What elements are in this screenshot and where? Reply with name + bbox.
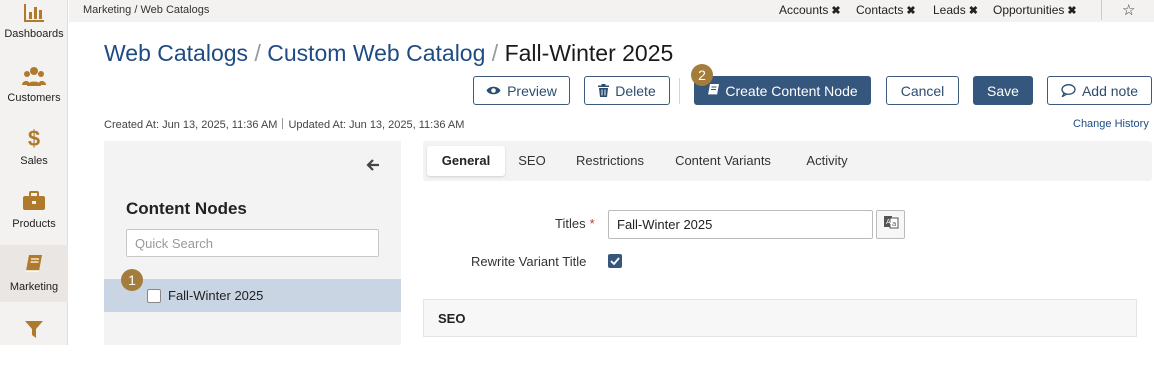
- users-icon: [22, 66, 46, 91]
- svg-text:A: A: [886, 218, 891, 226]
- sidebar-item-dashboards[interactable]: Dashboards: [0, 0, 68, 63]
- sidebar-label-dashboards: Dashboards: [4, 28, 64, 40]
- tab-seo[interactable]: SEO: [511, 146, 553, 176]
- titles-input[interactable]: [608, 210, 873, 239]
- sidebar-label-customers: Customers: [7, 92, 61, 104]
- sidebar: Dashboards Customers $ Sales Products Ma…: [0, 0, 68, 345]
- close-icon[interactable]: ✖: [969, 5, 978, 17]
- rewrite-variant-title-label: Rewrite Variant Title: [471, 254, 587, 269]
- delete-button[interactable]: Delete: [584, 76, 670, 105]
- content-node-row[interactable]: Fall-Winter 2025: [104, 279, 401, 312]
- page-title: Web Catalogs / Custom Web Catalog / Fall…: [104, 40, 674, 66]
- toolbar-divider: [679, 78, 680, 104]
- step-badge-2: 2: [691, 64, 713, 86]
- record-timestamps: Created At: Jun 13, 2025, 11:36 AM Update…: [104, 118, 464, 131]
- eye-icon: [486, 85, 501, 96]
- seo-section-title: SEO: [438, 311, 466, 326]
- node-checkbox[interactable]: [147, 289, 161, 303]
- tab-bar: General SEO Restrictions Content Variant…: [423, 141, 1152, 181]
- required-marker: *: [589, 216, 595, 231]
- current-catalog-name: Fall-Winter 2025: [504, 40, 674, 66]
- sidebar-item-products[interactable]: Products: [0, 189, 68, 252]
- change-history-link[interactable]: Change History: [1073, 118, 1149, 130]
- filter-icon: [24, 320, 44, 345]
- sidebar-label-products: Products: [12, 218, 56, 230]
- comment-icon: [1061, 84, 1076, 97]
- language-icon: Aa: [883, 215, 899, 234]
- quick-link-leads[interactable]: Leads ✖: [933, 3, 978, 17]
- breadcrumb-custom-web-catalog[interactable]: Custom Web Catalog: [267, 40, 485, 66]
- sidebar-label-marketing: Marketing: [9, 281, 59, 293]
- trash-icon: [598, 84, 610, 97]
- quick-link-accounts[interactable]: Accounts ✖: [779, 3, 841, 17]
- cancel-button[interactable]: Cancel: [886, 76, 959, 105]
- translate-button[interactable]: Aa: [876, 210, 905, 239]
- close-icon[interactable]: ✖: [906, 5, 915, 17]
- node-label[interactable]: Fall-Winter 2025: [168, 288, 263, 303]
- created-at: Created At: Jun 13, 2025, 11:36 AM: [104, 119, 278, 131]
- tab-general[interactable]: General: [427, 146, 505, 176]
- sidebar-item-sales[interactable]: $ Sales: [0, 126, 68, 189]
- briefcase-icon: [22, 191, 46, 216]
- step-badge-1: 1: [121, 269, 143, 291]
- dollar-icon: $: [27, 126, 41, 151]
- titles-label: Titles *: [555, 216, 595, 231]
- close-icon[interactable]: ✖: [1067, 5, 1076, 17]
- content-nodes-title: Content Nodes: [126, 199, 247, 218]
- svg-text:a: a: [892, 220, 896, 228]
- breadcrumb: Marketing / Web Catalogs: [83, 4, 210, 16]
- checkmark-icon: [610, 252, 620, 270]
- close-icon[interactable]: ✖: [831, 5, 840, 17]
- sidebar-item-filter[interactable]: [0, 308, 68, 345]
- top-bar: Marketing / Web Catalogs Accounts ✖ Conta…: [69, 0, 1154, 22]
- content-nodes-panel: Content Nodes Fall-Winter 2025: [104, 141, 401, 345]
- tab-activity[interactable]: Activity: [793, 146, 861, 176]
- sidebar-item-customers[interactable]: Customers: [0, 63, 68, 126]
- breadcrumb-web-catalogs[interactable]: Web Catalogs: [104, 40, 248, 66]
- seo-section-header[interactable]: SEO: [423, 299, 1137, 337]
- add-note-button[interactable]: Add note: [1047, 76, 1152, 105]
- divider: [1101, 0, 1102, 20]
- tab-content-variants[interactable]: Content Variants: [667, 146, 779, 176]
- tab-restrictions[interactable]: Restrictions: [567, 146, 653, 176]
- rewrite-variant-title-checkbox[interactable]: [608, 254, 622, 268]
- quick-link-opportunities[interactable]: Opportunities ✖: [993, 3, 1077, 17]
- save-button[interactable]: Save: [973, 76, 1033, 105]
- updated-at: Updated At: Jun 13, 2025, 11:36 AM: [288, 119, 465, 131]
- book-icon: [24, 254, 44, 279]
- bar-chart-icon: [23, 3, 45, 28]
- book-icon: [707, 84, 720, 97]
- star-icon[interactable]: ☆: [1122, 1, 1135, 19]
- preview-button[interactable]: Preview: [473, 76, 570, 105]
- arrow-left-icon[interactable]: [366, 158, 380, 177]
- quick-search-input[interactable]: [126, 229, 379, 257]
- sidebar-label-sales: Sales: [20, 155, 48, 167]
- quick-link-contacts[interactable]: Contacts ✖: [856, 3, 916, 17]
- sidebar-item-marketing[interactable]: Marketing: [0, 245, 68, 302]
- create-content-node-button[interactable]: Create Content Node: [694, 76, 871, 105]
